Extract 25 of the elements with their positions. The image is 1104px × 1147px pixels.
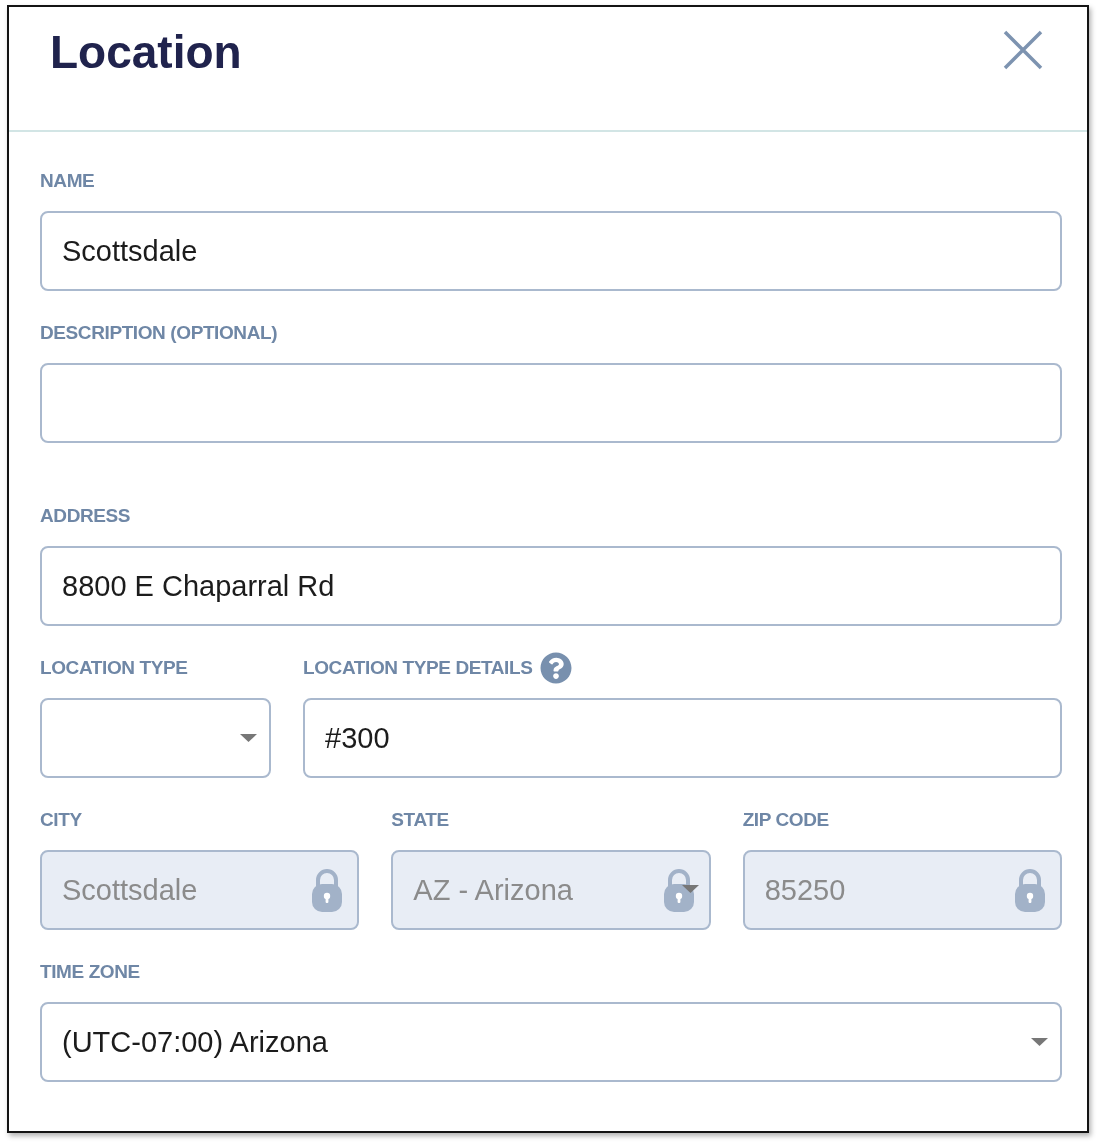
input-field[interactable]: #300 [303, 698, 1062, 778]
caret-icon [240, 734, 257, 742]
input-field[interactable]: 8800 E Chaparral Rd [40, 546, 1062, 626]
lock-icon [312, 867, 343, 912]
select-field[interactable] [40, 698, 271, 778]
field-label: STATE [391, 809, 449, 831]
field-label: ZIP CODE [742, 809, 829, 831]
field-label: LOCATION TYPE [40, 657, 188, 679]
field-label: ADDRESS [40, 505, 131, 527]
field-label: CITY [40, 809, 82, 831]
caret-icon [1031, 1038, 1048, 1046]
help-icon[interactable] [540, 652, 573, 684]
lock-icon [663, 867, 694, 912]
field-label: LOCATION TYPE DETAILS [303, 657, 533, 679]
field-label: NAME [40, 170, 95, 192]
close-icon [1003, 30, 1043, 70]
close-button[interactable] [1003, 30, 1043, 70]
caret-icon [681, 885, 699, 893]
input-field[interactable]: Scottsdale [40, 211, 1062, 291]
select-field[interactable]: (UTC-07:00) Arizona [40, 1002, 1062, 1082]
input-field[interactable] [40, 363, 1062, 443]
lock-icon [1015, 867, 1045, 912]
field-label: TIME ZONE [40, 961, 140, 983]
dialog-title: Location [50, 25, 242, 80]
field-label: DESCRIPTION (OPTIONAL) [40, 322, 278, 344]
